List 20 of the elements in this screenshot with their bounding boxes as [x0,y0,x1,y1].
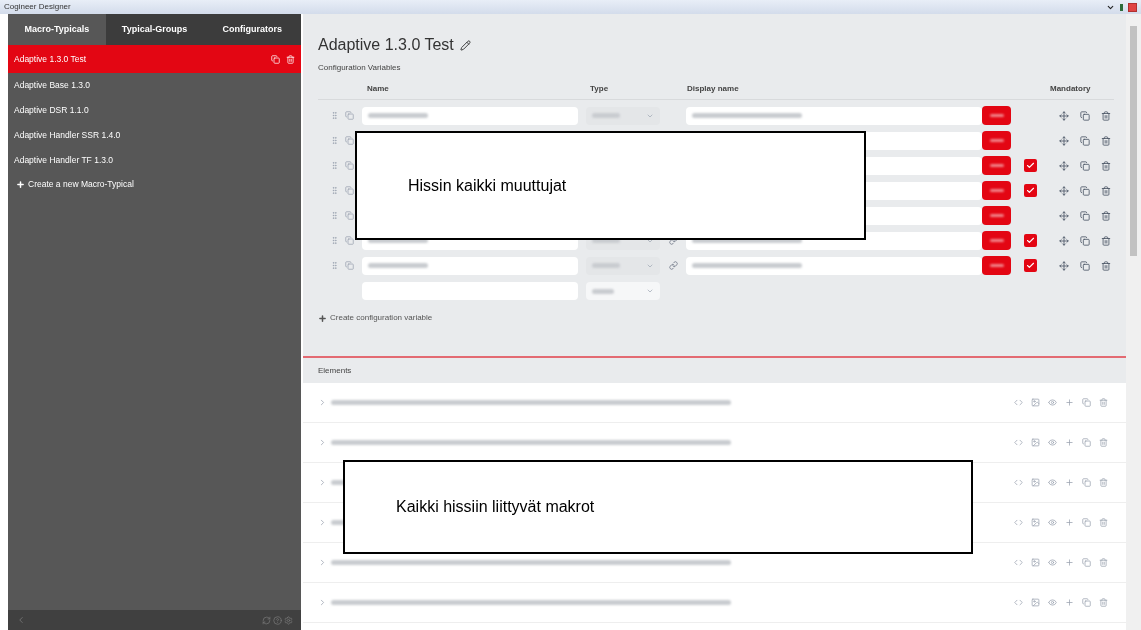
sidebar-item[interactable]: Adaptive Handler TF 1.3.0 [8,148,301,173]
column-header: Name [367,82,390,95]
column-header: Display name [687,82,740,95]
sidebar-item[interactable]: Adaptive Handler SSR 1.4.0 [8,123,301,148]
column-header: Mandatory [1050,82,1091,95]
column-header: Type [590,82,610,95]
section-heading: Configuration Variables [318,62,402,74]
macro-title: Adaptive 1.3.0 Test [318,35,454,55]
elements-header: Elements [303,358,1126,383]
sidebar-item[interactable]: Adaptive 1.3.0 Test [8,45,301,73]
create-variable-link[interactable]: Create configuration variable [318,312,1114,324]
sidebar-item[interactable]: Adaptive Base 1.3.0 [8,73,301,98]
sidebar-tab[interactable]: Macro-Typicals [8,14,106,45]
window-title: Cogineer Designer [4,1,71,13]
create-variable-label: Create configuration variable [330,312,433,324]
create-macro-label: Create a new Macro-Typical [28,177,134,191]
annotation-tooltip: Hissin kaikki muuttujat [355,131,866,240]
create-macro-link[interactable]: Create a new Macro-Typical [8,173,301,195]
sidebar-item[interactable]: Adaptive DSR 1.1.0 [8,98,301,123]
annotation-tooltip: Kaikki hissiin liittyvät makrot [343,460,973,554]
